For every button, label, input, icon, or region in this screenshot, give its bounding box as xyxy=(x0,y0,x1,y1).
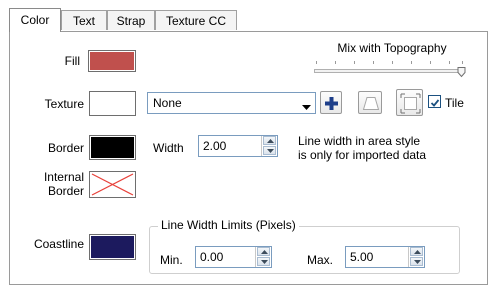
spin-down-button[interactable] xyxy=(257,257,270,266)
texture-swatch-button[interactable] xyxy=(89,91,136,116)
spin-up-button[interactable] xyxy=(263,136,276,145)
tab-label: Texture CC xyxy=(165,14,227,28)
plus-icon xyxy=(324,96,339,114)
caret-up-icon xyxy=(261,250,268,254)
mix-topography-label: Mix with Topography xyxy=(337,41,447,55)
slider-track-icon xyxy=(314,61,466,78)
chevron-down-icon xyxy=(302,100,311,114)
width-label: Width xyxy=(153,141,184,155)
add-texture-button[interactable] xyxy=(320,91,342,114)
texture-select[interactable]: None xyxy=(147,92,316,114)
mix-topography-slider[interactable] xyxy=(312,57,470,79)
tile-checkbox[interactable] xyxy=(428,95,441,108)
border-width-value: 2.00 xyxy=(203,139,227,153)
fit-frame-icon xyxy=(400,93,421,117)
caret-down-icon xyxy=(414,260,421,264)
label-line: Border xyxy=(47,184,84,198)
tile-label: Tile xyxy=(445,96,464,110)
fill-label: Fill xyxy=(64,54,80,68)
min-width-value: 0.00 xyxy=(200,250,224,264)
spin-up-button[interactable] xyxy=(410,247,423,256)
border-width-stepper[interactable]: 2.00 xyxy=(198,135,278,157)
coastline-label: Coastline xyxy=(33,237,84,251)
caret-up-icon xyxy=(267,139,274,143)
min-label: Min. xyxy=(160,253,183,267)
line-width-note: Line width in area style is only for imp… xyxy=(298,134,426,162)
internal-border-color-button[interactable] xyxy=(89,171,136,198)
polygon-icon xyxy=(362,95,380,115)
tab-label: Text xyxy=(72,14,95,28)
tab-label: Color xyxy=(20,13,50,27)
border-label: Border xyxy=(47,141,84,155)
spin-down-button[interactable] xyxy=(263,146,276,155)
no-color-icon xyxy=(91,173,134,199)
note-line: Line width in area style xyxy=(298,134,421,148)
tab-text[interactable]: Text xyxy=(61,10,107,30)
label-line: Internal xyxy=(43,170,84,184)
fill-color-button[interactable] xyxy=(88,50,136,72)
texture-label: Texture xyxy=(44,97,84,111)
spin-up-button[interactable] xyxy=(257,247,270,256)
caret-up-icon xyxy=(414,250,421,254)
texture-select-value: None xyxy=(153,96,182,110)
texture-shape-button[interactable] xyxy=(358,91,382,114)
border-width-spinner[interactable] xyxy=(261,136,276,156)
line-width-limits-title: Line Width Limits (Pixels) xyxy=(158,218,299,232)
max-width-stepper[interactable]: 5.00 xyxy=(345,246,425,268)
tab-label: Strap xyxy=(116,14,146,28)
max-label: Max. xyxy=(307,253,334,267)
checkmark-icon xyxy=(430,97,440,111)
tab-texture-cc[interactable]: Texture CC xyxy=(155,10,237,30)
texture-fit-button[interactable] xyxy=(396,89,423,116)
coastline-color-button[interactable] xyxy=(89,234,136,260)
caret-down-icon xyxy=(267,149,274,153)
max-width-value: 5.00 xyxy=(350,250,374,264)
border-color-button[interactable] xyxy=(89,135,136,160)
min-width-stepper[interactable]: 0.00 xyxy=(195,246,272,268)
spin-down-button[interactable] xyxy=(410,257,423,266)
note-line: is only for imported data xyxy=(298,148,427,162)
caret-down-icon xyxy=(261,260,268,264)
tab-strap[interactable]: Strap xyxy=(107,10,155,30)
tab-color[interactable]: Color xyxy=(9,8,61,32)
internal-border-label: Internal Border xyxy=(20,170,84,198)
min-width-spinner[interactable] xyxy=(255,247,270,267)
max-width-spinner[interactable] xyxy=(408,247,423,267)
